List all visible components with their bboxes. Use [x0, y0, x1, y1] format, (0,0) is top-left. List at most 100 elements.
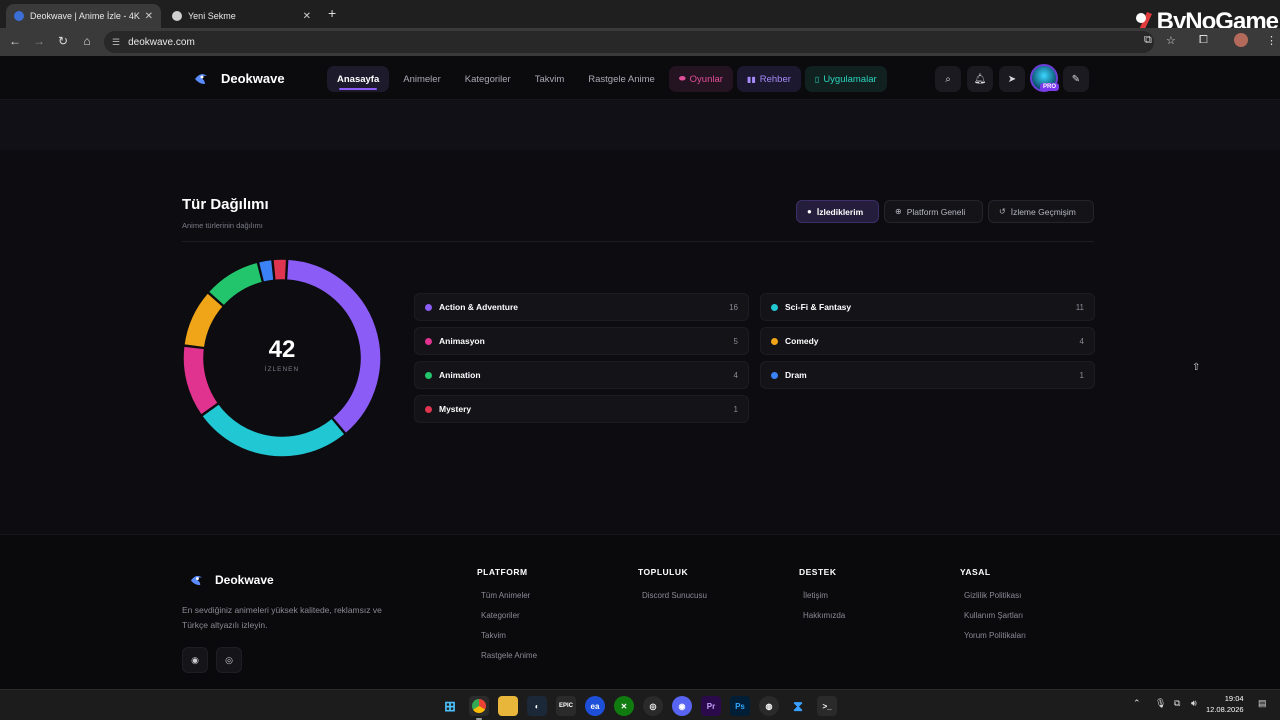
obs-icon[interactable]: ◍	[759, 696, 779, 716]
chrome-taskbar-icon[interactable]	[469, 696, 489, 720]
close-tab-icon[interactable]: ✕	[145, 11, 153, 22]
url-input[interactable]: ☰ deokwave.com	[104, 31, 1154, 53]
telegram-button[interactable]: ➤	[999, 66, 1025, 92]
forward-icon[interactable]: →	[31, 34, 47, 48]
ubisoft-icon[interactable]: ◎	[643, 696, 663, 716]
legend-name: Mystery	[439, 404, 472, 414]
premiere-icon[interactable]: Pr	[701, 696, 721, 716]
nav-rehber[interactable]: ▮▮ Rehber	[736, 66, 801, 92]
footer-col-title: DESTEK	[799, 567, 837, 577]
windows-taskbar: ⊞ ◐ EPIC ea ✕ ◎ ◉ Pr Ps ◍ ⧗ >_	[0, 689, 1280, 720]
nav-animeler[interactable]: Animeler	[393, 66, 451, 92]
legend-name: Animasyon	[439, 336, 485, 346]
steam-icon[interactable]: ◐	[527, 696, 547, 716]
magic-wand-button[interactable]: ✎	[1063, 66, 1089, 92]
history-icon: ↺	[999, 207, 1006, 216]
donut-slice-mystery[interactable]	[272, 258, 288, 282]
footer-link[interactable]: Yorum Politikaları	[960, 631, 1026, 640]
nav-label: Uygulamalar	[823, 73, 877, 85]
footer-col-yasal: YASAL Gizlilik Politikası Kullanım Şartl…	[960, 567, 1026, 651]
microphone-icon[interactable]: 🎙︎	[1155, 698, 1166, 709]
footer-link[interactable]: Tüm Animeler	[477, 591, 537, 600]
site-info-icon[interactable]: ☰	[112, 37, 120, 48]
tab-new-tab[interactable]: Yeni Sekme ✕	[164, 4, 319, 28]
home-icon[interactable]: ⌂	[79, 34, 95, 48]
toggle-label: Platform Geneli	[906, 206, 966, 217]
xbox-icon[interactable]: ✕	[614, 696, 634, 716]
nav-oyunlar[interactable]: ⬬ Oyunlar	[668, 66, 733, 92]
footer-link[interactable]: Gizlilik Politikası	[960, 591, 1026, 600]
nav-label: Oyunlar	[689, 73, 723, 85]
epic-games-icon[interactable]: EPIC	[556, 696, 576, 716]
volume-icon[interactable]: 🔊︎	[1191, 698, 1197, 709]
network-icon[interactable]: ⧉	[1174, 698, 1180, 709]
footer-brand[interactable]: Deokwave	[189, 572, 274, 587]
legend-item[interactable]: Dram 1	[760, 361, 1095, 389]
instagram-icon: ◎	[225, 654, 233, 665]
legend-name: Comedy	[785, 336, 819, 346]
footer-col-platform: PLATFORM Tüm Animeler Kategoriler Takvim…	[477, 567, 537, 671]
legend-item[interactable]: Sci-Fi & Fantasy 11	[760, 293, 1095, 321]
profile-avatar-icon[interactable]	[1234, 33, 1248, 47]
total-watched-label: İZLENEN	[264, 366, 300, 373]
file-explorer-icon[interactable]	[498, 696, 518, 716]
footer-link[interactable]: Discord Sunucusu	[638, 591, 707, 600]
install-app-icon[interactable]: ⧉	[1144, 34, 1152, 47]
vscode-icon[interactable]: ⧗	[788, 696, 808, 716]
discord-taskbar-icon[interactable]: ◉	[672, 696, 692, 716]
toggle-izleme-gecmisim[interactable]: ↺ İzleme Geçmişim	[988, 200, 1094, 223]
extensions-icon[interactable]: ⧠	[1199, 34, 1208, 47]
footer-col-topluluk: TOPLULUK Discord Sunucusu	[638, 567, 707, 611]
nav-anasayfa[interactable]: Anasayfa	[327, 66, 390, 92]
discord-button[interactable]: ◉	[182, 647, 208, 673]
back-icon[interactable]: ←	[7, 34, 23, 48]
legend-count: 16	[729, 302, 738, 312]
site-header: Deokwave Anasayfa Animeler Kategoriler T…	[0, 56, 1280, 100]
legend-item[interactable]: Action & Adventure 16	[414, 293, 749, 321]
close-tab-icon[interactable]: ✕	[303, 11, 311, 22]
tab-deokwave[interactable]: Deokwave | Anime İzle - 4K Tür ✕	[6, 4, 161, 28]
nav-label: Anasayfa	[337, 73, 380, 85]
globe-icon: ⊕	[895, 207, 902, 216]
reload-icon[interactable]: ↻	[55, 34, 71, 48]
footer-description: En sevdiğiniz animeleri yüksek kalitede,…	[182, 605, 382, 630]
footer-link[interactable]: Kategoriler	[477, 611, 537, 620]
nav-label: Takvim	[534, 73, 565, 85]
legend-count: 11	[1075, 302, 1084, 312]
footer-link[interactable]: Takvim	[477, 631, 537, 640]
footer-link[interactable]: İletişim	[799, 591, 845, 600]
footer-link[interactable]: Rastgele Anime	[477, 651, 537, 660]
bookmark-star-icon[interactable]: ☆	[1166, 34, 1176, 47]
footer-link[interactable]: Kullanım Şartları	[960, 611, 1026, 620]
notifications-button[interactable]: 🔔︎	[967, 66, 993, 92]
windows-start-icon[interactable]: ⊞	[440, 696, 460, 716]
donut-slice-sci-fi-fantasy[interactable]	[200, 402, 347, 458]
menu-dots-icon[interactable]: ⋮	[1266, 34, 1277, 47]
legend-item[interactable]: Comedy 4	[760, 327, 1095, 355]
nav-rastgele-anime[interactable]: Rastgele Anime	[578, 66, 665, 92]
tray-chevron-icon[interactable]: ⌃	[1133, 698, 1141, 709]
photoshop-icon[interactable]: Ps	[730, 696, 750, 716]
notification-center-icon[interactable]: ▤	[1258, 698, 1267, 709]
footer-link[interactable]: Hakkımızda	[799, 611, 845, 620]
nav-takvim[interactable]: Takvim	[525, 66, 575, 92]
new-tab-button[interactable]: +	[328, 5, 336, 21]
donut-slice-animasyon[interactable]	[182, 345, 220, 417]
nav-uygulamalar[interactable]: ▯ Uygulamalar	[804, 66, 887, 92]
instagram-button[interactable]: ◎	[216, 647, 242, 673]
taskbar-clock[interactable]: 19:04 12.08.2026	[1206, 693, 1244, 715]
search-button[interactable]: ⌕	[935, 66, 961, 92]
terminal-icon[interactable]: >_	[817, 696, 837, 716]
legend-item[interactable]: Animation 4	[414, 361, 749, 389]
toggle-platform-geneli[interactable]: ⊕ Platform Geneli	[884, 200, 983, 223]
ea-app-icon[interactable]: ea	[585, 696, 605, 716]
tab-title: Deokwave | Anime İzle - 4K Tür	[30, 11, 141, 21]
legend-item[interactable]: Animasyon 5	[414, 327, 749, 355]
donut-slice-animation[interactable]	[207, 261, 264, 307]
nav-kategoriler[interactable]: Kategoriler	[455, 66, 521, 92]
toggle-izlediklerim[interactable]: ● İzlediklerim	[796, 200, 879, 223]
legend-item[interactable]: Mystery 1	[414, 395, 749, 423]
wand-icon: ✎	[1071, 73, 1081, 85]
brand-logo[interactable]: Deokwave	[193, 70, 285, 86]
deokwave-logo-icon	[195, 74, 207, 84]
